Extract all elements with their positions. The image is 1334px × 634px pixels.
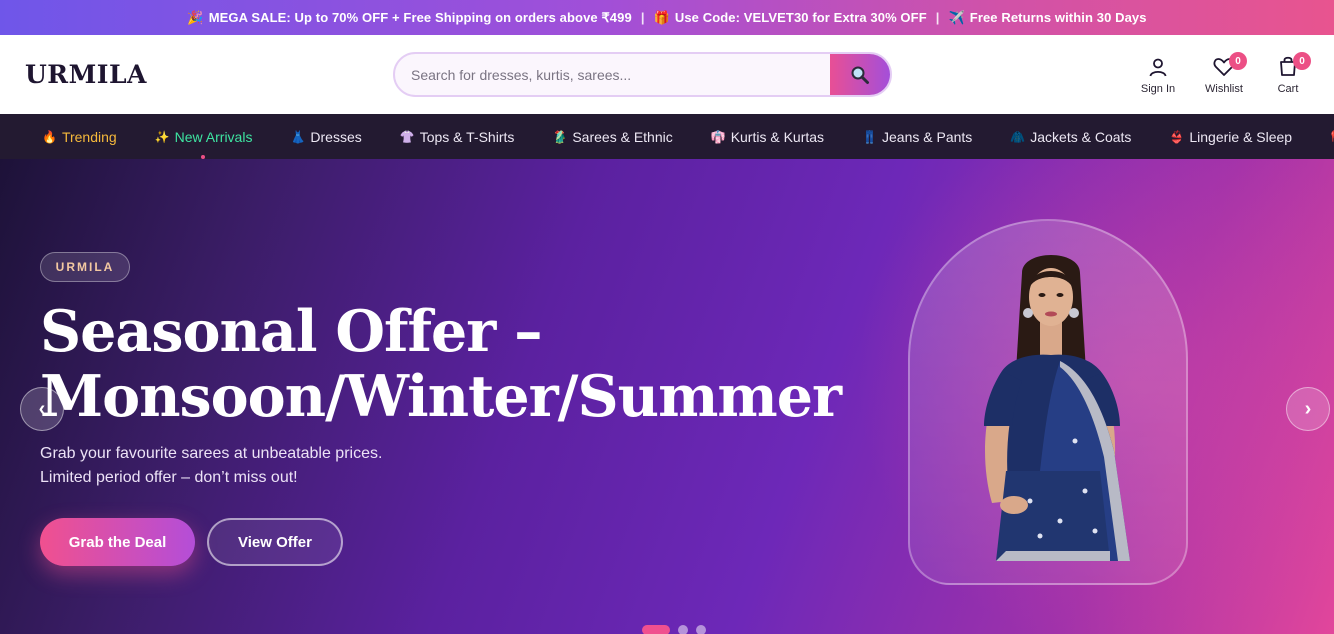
sparkles-icon: ✨ <box>154 129 170 144</box>
promo-separator: | <box>640 10 645 25</box>
category-label: Trending <box>61 128 117 145</box>
category-label: Lingerie & Sleep <box>1189 128 1293 145</box>
category-label: Sarees & Ethnic <box>572 128 673 145</box>
category-lingerie[interactable]: 👙 Lingerie & Sleep <box>1169 129 1292 145</box>
cart-label: Cart <box>1277 83 1299 95</box>
search-icon <box>851 66 869 84</box>
category-footwear[interactable]: 👠 <box>1330 130 1334 144</box>
search-input[interactable] <box>395 54 830 95</box>
category-jackets[interactable]: 🧥 Jackets & Coats <box>1010 129 1131 145</box>
hero-slider: URMILA Seasonal Offer – Monsoon/Winter/S… <box>0 159 1334 634</box>
user-icon <box>1149 58 1167 77</box>
search-button[interactable] <box>830 54 890 95</box>
cart-count-badge: 0 <box>1293 52 1311 70</box>
cart-button[interactable]: 0 Cart <box>1256 49 1320 95</box>
bikini-icon: 👙 <box>1169 129 1185 144</box>
category-label: Tops & T-Shirts <box>419 128 515 145</box>
slider-prev-button[interactable]: ‹ <box>20 387 64 431</box>
promo-item-code: 🎁 Use Code: VELVET30 for Extra 30% OFF <box>654 10 927 26</box>
dress-icon: 👗 <box>290 129 306 144</box>
coat-icon: 🧥 <box>1010 129 1026 144</box>
sari-icon: 🥻 <box>552 129 568 144</box>
promo-separator: | <box>935 10 940 25</box>
jeans-icon: 👖 <box>862 129 878 144</box>
promo-sale-text: MEGA SALE: Up to 70% OFF + Free Shipping… <box>208 9 632 25</box>
category-label: Jackets & Coats <box>1030 128 1132 145</box>
saree-model-image <box>984 255 1130 561</box>
category-label: Kurtis & Kurtas <box>730 128 825 145</box>
promo-returns-text: Free Returns within 30 Days <box>969 10 1147 25</box>
blouse-icon: 👚 <box>399 129 415 144</box>
category-sarees[interactable]: 🥻 Sarees & Ethnic <box>552 129 672 145</box>
slider-next-button[interactable]: › <box>1286 387 1330 431</box>
slider-dot-3[interactable] <box>696 625 706 634</box>
airplane-icon: ✈️ <box>948 9 965 25</box>
category-label: Jeans & Pants <box>882 128 973 145</box>
site-header: URMILA Sign In 0 <box>0 35 1334 114</box>
category-label: New Arrivals <box>174 128 253 145</box>
category-dresses[interactable]: 👗 Dresses <box>290 129 361 145</box>
category-jeans[interactable]: 👖 Jeans & Pants <box>862 129 972 145</box>
slider-dot-1[interactable] <box>642 625 670 634</box>
wishlist-button[interactable]: 0 Wishlist <box>1192 49 1256 95</box>
category-tops[interactable]: 👚 Tops & T-Shirts <box>400 129 515 145</box>
category-trending[interactable]: 🔥 Trending <box>42 129 117 145</box>
sign-in-label: Sign In <box>1140 83 1176 95</box>
kimono-icon: 👘 <box>710 129 726 144</box>
site-logo[interactable]: URMILA <box>25 60 147 89</box>
hero-subtitle-line2: Limited period offer – don’t miss out! <box>40 469 298 486</box>
party-popper-icon: 🎉 <box>187 9 204 25</box>
promo-item-sale: 🎉 MEGA SALE: Up to 70% OFF + Free Shippi… <box>187 10 631 26</box>
hero-subtitle-line1: Grab your favourite sarees at unbeatable… <box>40 445 383 462</box>
slider-dots <box>642 625 706 634</box>
chevron-left-icon: ‹ <box>38 397 46 420</box>
category-label: Dresses <box>310 128 362 145</box>
hero-title: Seasonal Offer – Monsoon/Winter/Summer <box>40 298 842 430</box>
wishlist-count-badge: 0 <box>1229 52 1247 70</box>
view-offer-button[interactable]: View Offer <box>207 518 343 566</box>
gift-icon: 🎁 <box>653 9 670 25</box>
category-new-arrivals[interactable]: ✨ New Arrivals <box>154 128 253 159</box>
hero-subtitle: Grab your favourite sarees at unbeatable… <box>40 442 460 490</box>
wishlist-label: Wishlist <box>1205 83 1243 95</box>
hero-title-line2: Monsoon/Winter/Summer <box>40 363 842 430</box>
sign-in-button[interactable]: Sign In <box>1126 49 1190 95</box>
header-actions: Sign In 0 Wishlist 0 Cart <box>1126 49 1320 95</box>
search-bar <box>393 52 892 97</box>
chevron-right-icon: › <box>1304 397 1312 420</box>
category-nav: 🔥 Trending ✨ New Arrivals 👗 Dresses 👚 To… <box>0 114 1334 159</box>
fire-icon: 🔥 <box>42 129 57 144</box>
promo-item-returns: ✈️ Free Returns within 30 Days <box>948 10 1146 26</box>
hero-brand-badge: URMILA <box>40 252 130 282</box>
promo-code-text: Use Code: VELVET30 for Extra 30% OFF <box>674 10 927 25</box>
slider-dot-2[interactable] <box>678 625 688 634</box>
grab-deal-button[interactable]: Grab the Deal <box>40 518 195 566</box>
hero-title-line1: Seasonal Offer – <box>40 298 543 365</box>
high-heel-icon: 👠 <box>1330 130 1334 144</box>
hero-model-frame <box>908 219 1188 585</box>
promo-bar: 🎉 MEGA SALE: Up to 70% OFF + Free Shippi… <box>0 0 1334 35</box>
category-kurtis[interactable]: 👘 Kurtis & Kurtas <box>711 129 824 145</box>
